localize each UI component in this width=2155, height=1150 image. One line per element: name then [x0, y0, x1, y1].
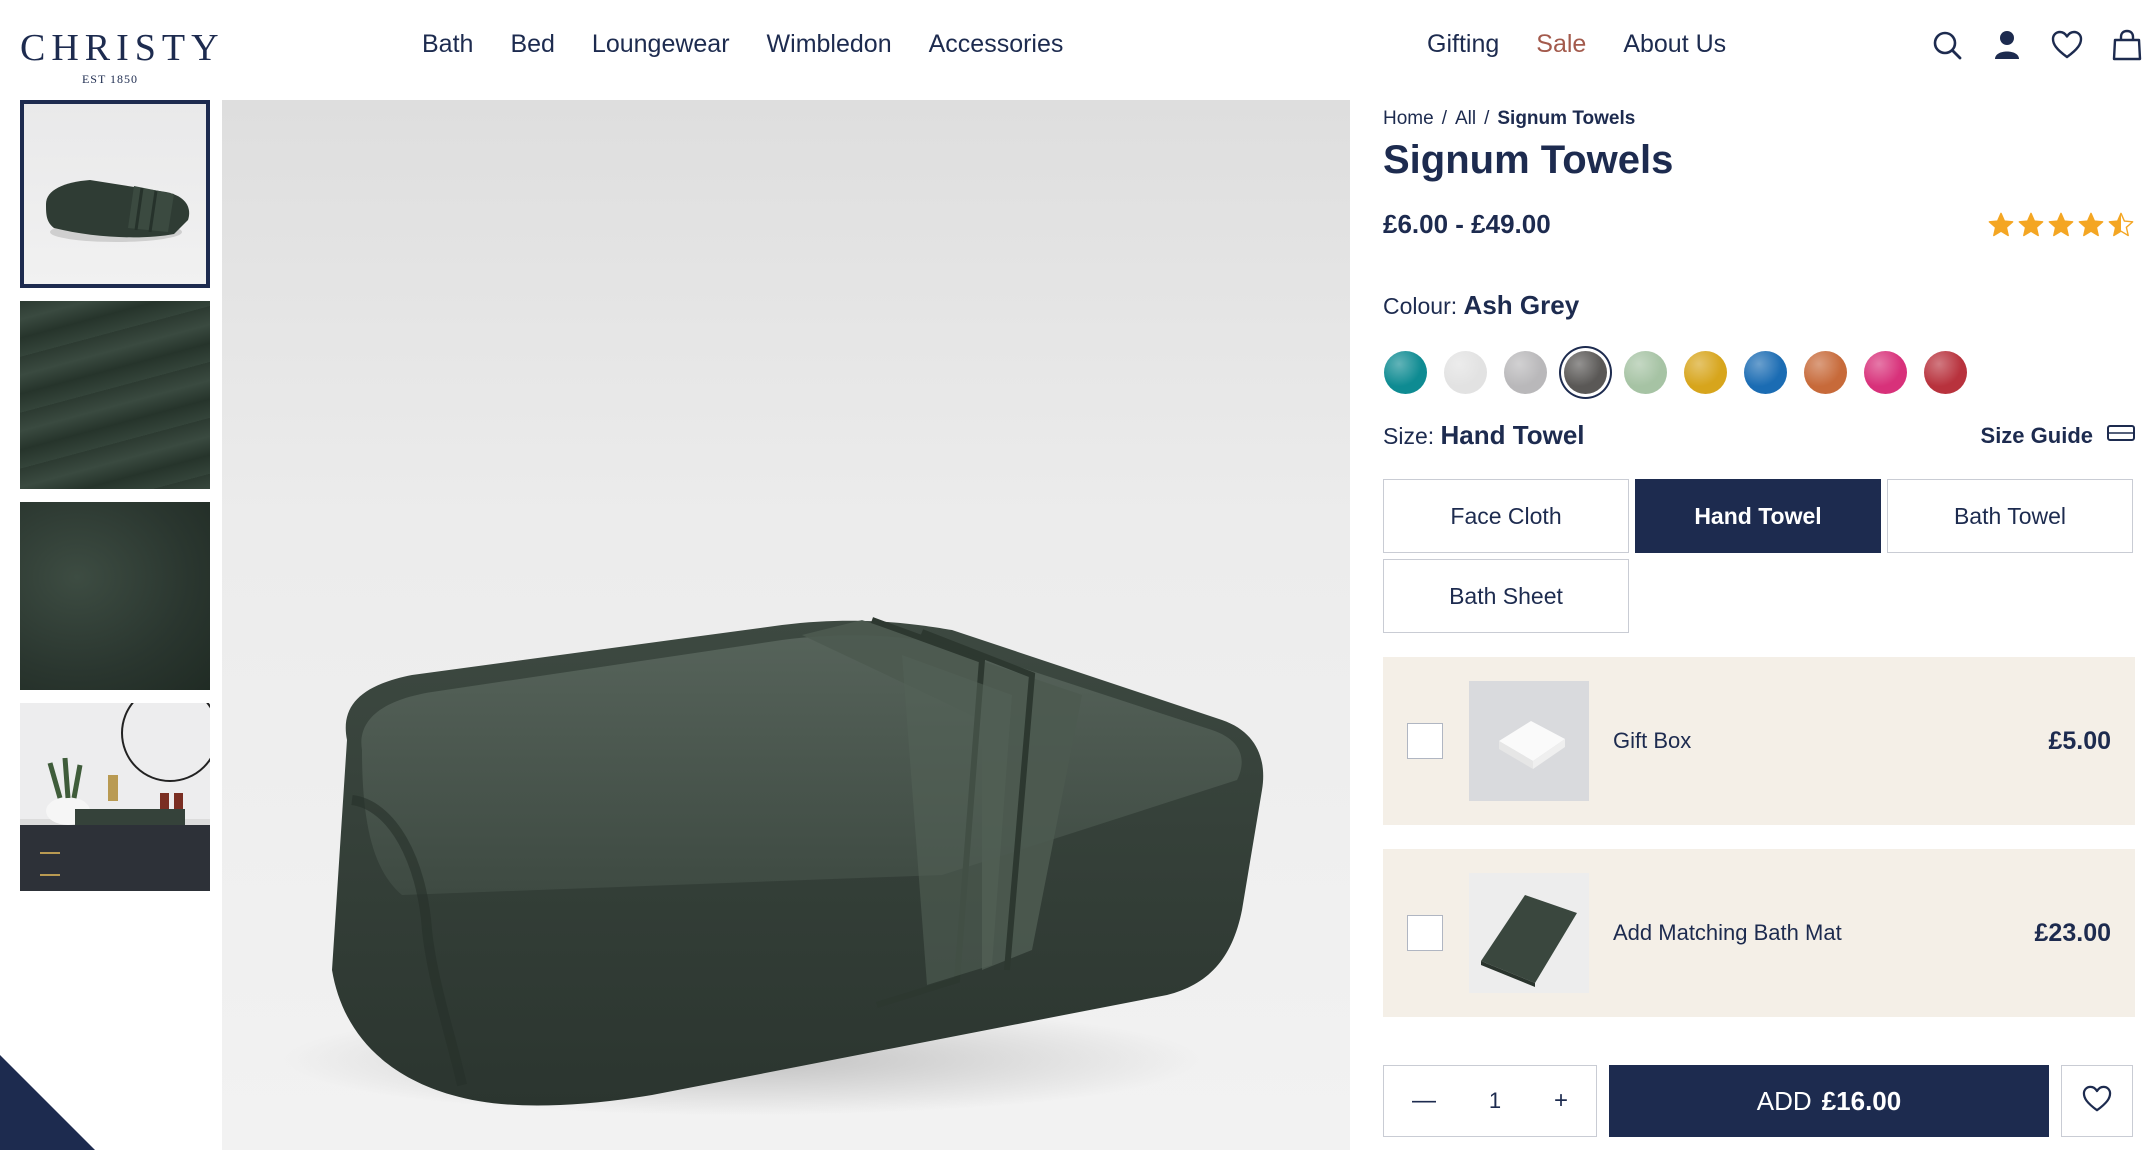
size-guide-label: Size Guide: [1980, 422, 2093, 448]
thumbnail-bathroom-scene[interactable]: [20, 703, 210, 891]
swatch-silver[interactable]: [1504, 351, 1547, 394]
add-to-cart-label: ADD: [1756, 1085, 1812, 1116]
nav-bed[interactable]: Bed: [510, 30, 554, 59]
search-icon[interactable]: [1930, 28, 1964, 62]
size-guide-link[interactable]: Size Guide: [1981, 423, 2135, 449]
size-face-cloth[interactable]: Face Cloth: [1383, 479, 1629, 553]
product-details-panel: Home / All / Signum Towels Signum Towels…: [1383, 100, 2135, 1137]
gift-box-image: [1469, 681, 1589, 801]
addon-gift-box-name: Gift Box: [1613, 728, 1692, 753]
addon-bath-mat-name: Add Matching Bath Mat: [1613, 920, 1842, 945]
quantity-increase-button[interactable]: +: [1554, 1087, 1568, 1115]
swatch-rust[interactable]: [1804, 351, 1847, 394]
size-label-text: Size:: [1383, 423, 1435, 449]
star-icon: [1988, 212, 2014, 236]
header-icons: [1930, 28, 2144, 62]
nav-about-us[interactable]: About Us: [1623, 30, 1726, 59]
breadcrumb-separator: /: [1484, 108, 1490, 129]
thumbnail-towel-closeup[interactable]: [20, 301, 210, 489]
star-icon: [2078, 212, 2104, 236]
addon-bath-mat-price: £23.00: [2034, 918, 2111, 947]
swatch-teal[interactable]: [1384, 351, 1427, 394]
swatch-mustard[interactable]: [1684, 351, 1727, 394]
size-bath-towel[interactable]: Bath Towel: [1887, 479, 2133, 553]
star-icon: [2048, 212, 2074, 236]
shopping-bag-icon[interactable]: [2110, 28, 2144, 62]
breadcrumb-home[interactable]: Home: [1383, 108, 1434, 130]
colour-label-text: Colour:: [1383, 293, 1458, 319]
price-row: £6.00 - £49.00: [1383, 209, 2135, 240]
bath-mat-image: [1469, 873, 1589, 993]
christy-logo[interactable]: CHRISTY EST 1850: [20, 26, 225, 87]
product-title: Signum Towels: [1383, 138, 1674, 182]
nav-accessories[interactable]: Accessories: [929, 30, 1064, 59]
quantity-stepper: — 1 +: [1383, 1065, 1597, 1137]
add-to-wishlist-button[interactable]: [2061, 1065, 2133, 1137]
nav-bath[interactable]: Bath: [422, 30, 473, 59]
price-range: £6.00 - £49.00: [1383, 209, 1551, 239]
main-product-image[interactable]: [222, 100, 1350, 1150]
star-icon: [2018, 212, 2044, 236]
swatch-white[interactable]: [1444, 351, 1487, 394]
swatch-blue[interactable]: [1744, 351, 1787, 394]
thumbnail-gallery: [20, 100, 212, 904]
colour-selected: Ash Grey: [1463, 290, 1580, 320]
addon-bath-mat-checkbox[interactable]: [1407, 915, 1443, 951]
add-to-cart-button[interactable]: ADD £16.00: [1609, 1065, 2049, 1137]
logo-established: EST 1850: [81, 72, 139, 86]
addon-gift-box-checkbox[interactable]: [1407, 723, 1443, 759]
thumbnail-folded-towel[interactable]: [20, 100, 210, 288]
quantity-value[interactable]: 1: [1489, 1088, 1501, 1114]
corner-promo-badge[interactable]: [0, 1055, 100, 1150]
secondary-nav: Gifting Sale About Us: [1427, 30, 1726, 59]
size-label: Size: Hand Towel: [1383, 420, 1585, 451]
main-nav: Bath Bed Loungewear Wimbledon Accessorie…: [422, 30, 1063, 59]
colour-label: Colour: Ash Grey: [1383, 290, 2135, 321]
swatch-pink[interactable]: [1864, 351, 1907, 394]
size-bath-sheet[interactable]: Bath Sheet: [1383, 559, 1629, 633]
nav-wimbledon[interactable]: Wimbledon: [767, 30, 892, 59]
add-to-cart-price: £16.00: [1821, 1085, 1902, 1116]
breadcrumb-current: Signum Towels: [1497, 108, 1636, 129]
size-row: Size: Hand Towel Size Guide: [1383, 420, 2135, 451]
logo-wordmark: CHRISTY: [20, 27, 225, 69]
addon-gift-box: Gift Box £5.00: [1383, 657, 2135, 825]
swatch-red[interactable]: [1924, 351, 1967, 394]
star-icon: [2108, 212, 2134, 236]
nav-sale[interactable]: Sale: [1536, 30, 1586, 59]
ruler-icon: [2107, 423, 2135, 449]
colour-swatches: [1383, 351, 2135, 394]
heart-icon: [2082, 1085, 2112, 1118]
size-selected: Hand Towel: [1440, 420, 1585, 450]
star-rating[interactable]: [1987, 211, 2135, 239]
quantity-decrease-button[interactable]: —: [1412, 1087, 1436, 1115]
swatch-ash-grey[interactable]: [1564, 351, 1607, 394]
size-options: Face Cloth Hand Towel Bath Towel Bath Sh…: [1383, 479, 2135, 633]
nav-gifting[interactable]: Gifting: [1427, 30, 1499, 59]
site-header: CHRISTY EST 1850 Bath Bed Loungewear Wim…: [0, 0, 2155, 100]
wishlist-heart-icon[interactable]: [2050, 28, 2084, 62]
thumbnail-towel-texture[interactable]: [20, 502, 210, 690]
nav-loungewear[interactable]: Loungewear: [592, 30, 730, 59]
breadcrumb-separator: /: [1441, 108, 1447, 129]
cart-row: — 1 + ADD £16.00: [1383, 1065, 2135, 1137]
account-icon[interactable]: [1990, 28, 2024, 62]
addon-gift-box-price: £5.00: [2048, 726, 2111, 755]
breadcrumb-all[interactable]: All: [1455, 108, 1476, 130]
breadcrumb: Home / All / Signum Towels: [1383, 108, 2135, 130]
swatch-sage[interactable]: [1624, 351, 1667, 394]
size-hand-towel[interactable]: Hand Towel: [1635, 479, 1881, 553]
addon-bath-mat: Add Matching Bath Mat £23.00: [1383, 849, 2135, 1017]
